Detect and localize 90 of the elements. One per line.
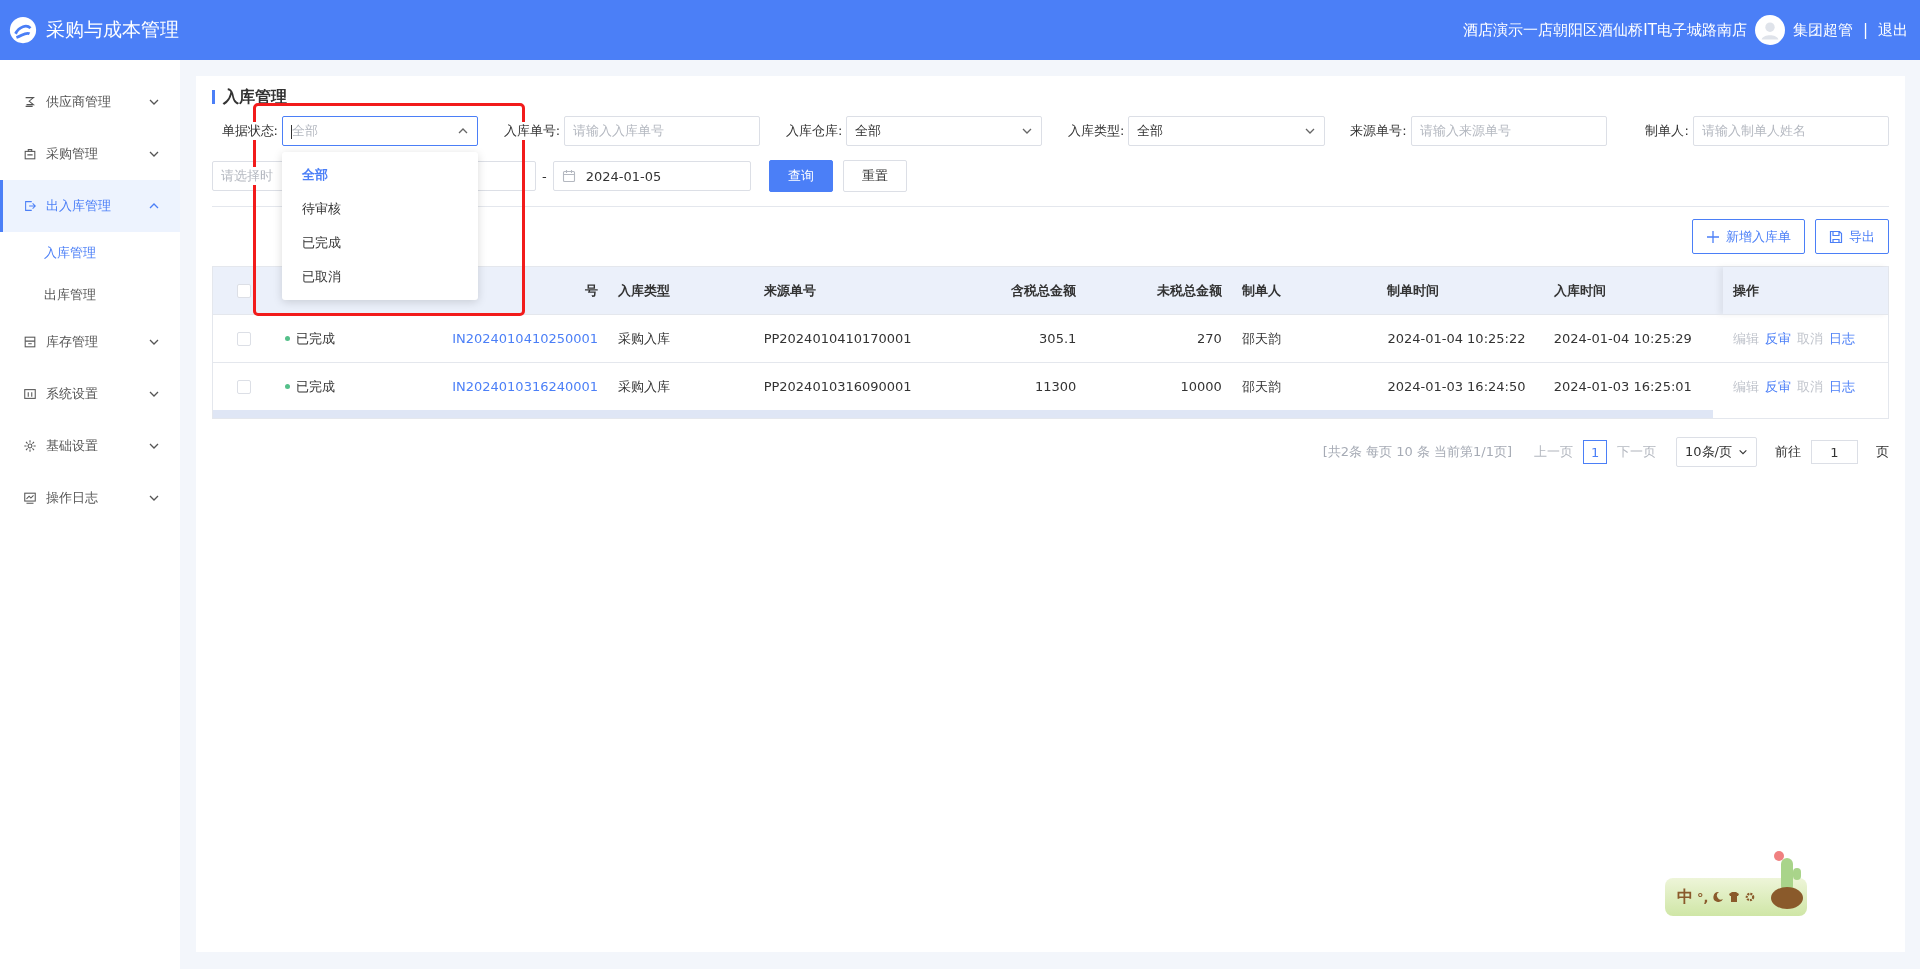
row-action-link[interactable]: 反审 [1764,330,1791,346]
logo-icon [8,15,38,45]
sidebar-item[interactable]: 基础设置 [0,420,180,472]
goto-suffix: 页 [1876,443,1889,461]
table-cell: 2024-01-04 10:25:29 [1553,331,1692,346]
input-field[interactable]: 请输入制单人姓名 [1692,116,1889,146]
gear-icon [1744,891,1757,903]
page-number[interactable]: 1 [1583,440,1608,464]
select-field[interactable]: 全部 [846,116,1043,146]
export-button[interactable]: 导出 [1815,219,1889,254]
column-header: 入库类型 [618,282,671,298]
sidebar-item[interactable]: 操作日志 [0,472,180,524]
table-cell: 2024-01-03 16:25:01 [1553,379,1692,394]
avatar-icon[interactable] [1754,15,1785,45]
column-header: 制单人 [1241,282,1281,298]
column-header: 含税总金额 [1011,282,1077,298]
table-cell: 11300 [1034,379,1077,394]
user-name[interactable]: 集团超管 [1792,20,1853,40]
select-field[interactable]: 全部 [1128,116,1325,146]
reset-button[interactable]: 重置 [842,160,907,192]
column-header: 号 [585,282,599,298]
column-header: 未税总金额 [1156,282,1222,298]
table-cell: 2024-01-03 16:24:50 [1387,379,1526,394]
calendar-icon [561,169,576,183]
shirt-icon [1728,891,1741,903]
table-cell: 已完成 [296,377,336,396]
separator-text: | [1862,21,1868,39]
row-action-link[interactable]: 反审 [1764,378,1791,394]
sidebar-item[interactable]: 供应商管理 [0,76,180,128]
save-icon [1829,229,1843,244]
checkbox[interactable] [237,380,252,395]
table-cell: PP2024010410170001 [763,331,912,346]
dropdown-option[interactable]: 待审核 [282,192,479,226]
dropdown-option[interactable]: 已完成 [282,226,479,260]
monitor-icon [23,491,37,505]
box-icon [23,335,37,349]
date-end-field[interactable]: 2024-01-05 [552,161,751,191]
checkbox[interactable] [237,332,252,347]
table-cell: 采购入库 [618,378,671,394]
table-cell: 已完成 [296,329,336,348]
gear-icon [23,439,37,453]
checkbox[interactable] [237,284,252,299]
add-button[interactable]: 新增入库单 [1692,219,1805,254]
table-cell: 10000 [1180,379,1222,394]
logout-link[interactable]: 退出 [1878,20,1908,40]
list-icon [23,95,37,109]
goto-label: 前往 [1775,443,1801,461]
app-title: 采购与成本管理 [46,17,179,42]
sidebar-item[interactable]: 采购管理 [0,128,180,180]
column-header: 制单时间 [1387,282,1440,298]
pagination-summary: [共2条 每页 10 条 当前第1/1页] [1322,443,1513,461]
column-header: 来源单号 [763,282,816,298]
punctuation-text: °, [1697,889,1709,905]
table-cell: 采购入库 [618,330,671,346]
sidebar-item[interactable]: 库存管理 [0,316,180,368]
moon-icon [1712,891,1725,903]
table-cell: PP2024010316090001 [763,379,912,394]
exit-icon [23,199,37,213]
order-link[interactable]: IN2024010316240001 [452,379,599,394]
input-field[interactable]: 请输入来源单号 [1410,116,1607,146]
select-field[interactable]: 全部 [282,116,479,146]
input-field[interactable]: 请输入入库单号 [564,116,761,146]
status-dot [285,336,291,342]
sidebar-subitem[interactable]: 出库管理 [0,274,180,316]
table-cell: 270 [1197,331,1222,346]
table-cell: 2024-01-04 10:25:22 [1387,331,1526,346]
page-size-select[interactable]: 10条/页 [1676,437,1757,467]
table-cell: 邵天韵 [1241,330,1281,346]
plus-icon [1706,229,1720,244]
column-header: 入库时间 [1553,282,1606,298]
horizontal-scrollbar[interactable] [213,410,1713,418]
row-action-link[interactable]: 日志 [1828,378,1855,394]
store-name: 酒店演示一店朝阳区酒仙桥IT电子城路南店 [1463,20,1747,40]
column-header: 操作 [1732,282,1759,298]
dropdown-option[interactable]: 全部 [282,158,479,192]
search-button[interactable]: 查询 [768,160,833,192]
dropdown-option[interactable]: 已取消 [282,260,479,294]
goto-page-field[interactable]: 1 [1811,440,1858,464]
status-dot [285,384,291,390]
row-action-link[interactable]: 日志 [1828,330,1855,346]
bag-icon [23,147,37,161]
table-cell: 邵天韵 [1241,378,1281,394]
sidebar-subitem[interactable]: 入库管理 [0,232,180,274]
table-cell: 305.1 [1039,331,1077,346]
sidebar-item[interactable]: 系统设置 [0,368,180,420]
sidebar-item[interactable]: 出入库管理 [0,180,180,232]
range-separator: - [542,168,547,184]
chevron-icon [1738,447,1748,457]
order-link[interactable]: IN2024010410250001 [452,331,599,346]
panel-icon [23,387,37,401]
